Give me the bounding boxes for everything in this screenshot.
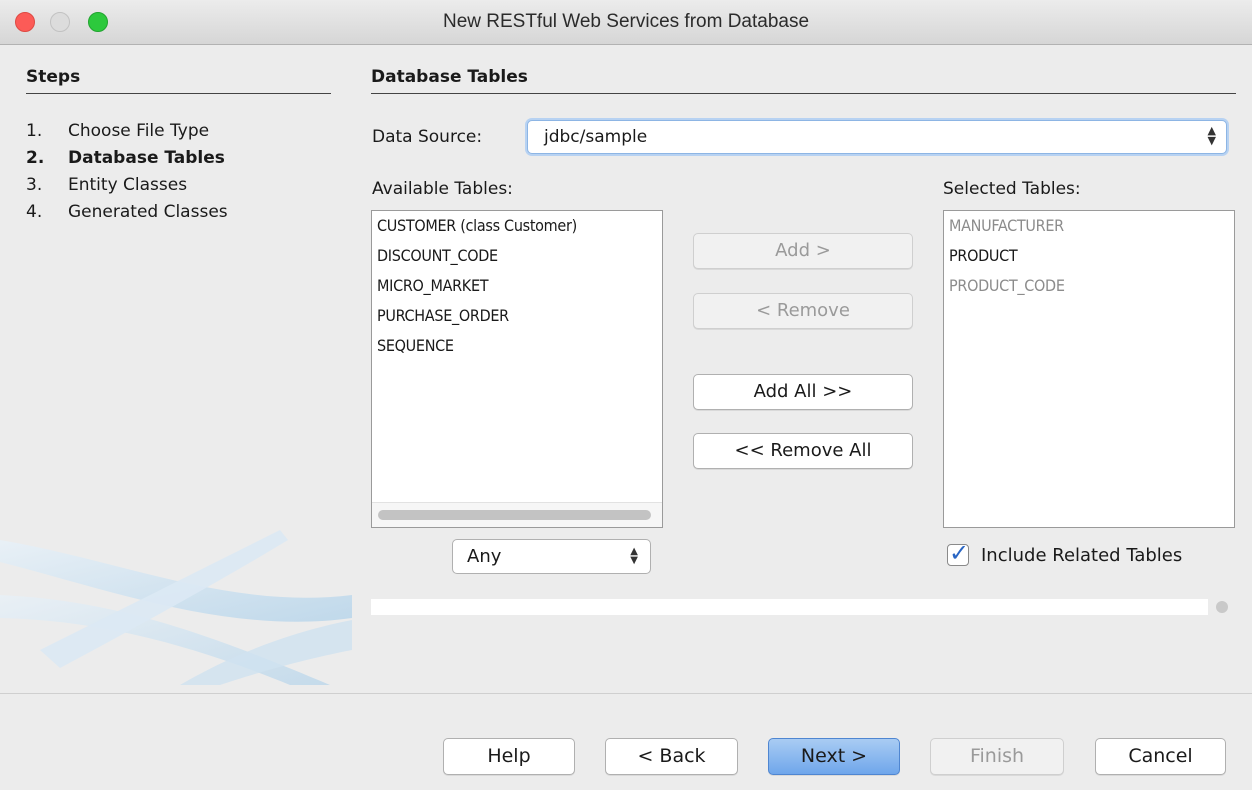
list-item[interactable]: CUSTOMER (class Customer) (372, 211, 662, 241)
progress-indicator-icon (1216, 601, 1228, 613)
panel-divider (371, 93, 1236, 94)
title-bar: New RESTful Web Services from Database (0, 0, 1252, 45)
cancel-button[interactable]: Cancel (1095, 738, 1226, 775)
progress-bar (371, 599, 1208, 615)
select-arrows-icon: ▲ ▼ (1207, 124, 1216, 147)
data-source-value: jdbc/sample (544, 127, 648, 147)
wizard-decoration-image (0, 530, 352, 685)
steps-divider (26, 93, 331, 94)
remove-button[interactable]: < Remove (693, 293, 913, 329)
help-button[interactable]: Help (443, 738, 575, 775)
window-title: New RESTful Web Services from Database (442, 11, 810, 32)
step-item-database-tables: 2. Database Tables (26, 148, 225, 168)
list-item[interactable]: MANUFACTURER (944, 211, 1234, 241)
step-item-choose-file-type: 1. Choose File Type (26, 121, 210, 141)
available-tables-label: Available Tables: (372, 179, 513, 199)
add-all-button[interactable]: Add All >> (693, 374, 913, 410)
list-item[interactable]: PRODUCT_CODE (944, 271, 1234, 301)
finish-button[interactable]: Finish (930, 738, 1064, 775)
list-item[interactable]: DISCOUNT_CODE (372, 241, 662, 271)
available-tables-list[interactable]: CUSTOMER (class Customer) DISCOUNT_CODE … (371, 210, 663, 528)
include-related-label[interactable]: Include Related Tables (981, 545, 1182, 566)
include-related-checkbox[interactable]: ✓ (947, 539, 969, 567)
horizontal-scrollbar[interactable] (372, 502, 662, 527)
list-item[interactable]: MICRO_MARKET (372, 271, 662, 301)
data-source-label: Data Source: (372, 127, 483, 147)
checkmark-icon: ✓ (949, 539, 970, 567)
list-item[interactable]: PRODUCT (944, 241, 1234, 271)
scrollbar-thumb[interactable] (378, 510, 651, 520)
table-filter-select[interactable]: Any ▲ ▼ (452, 539, 651, 574)
list-item[interactable]: SEQUENCE (372, 331, 662, 361)
data-source-select[interactable]: jdbc/sample ▲ ▼ (527, 120, 1227, 154)
selected-tables-list[interactable]: MANUFACTURER PRODUCT PRODUCT_CODE (943, 210, 1235, 528)
step-item-entity-classes: 3. Entity Classes (26, 175, 188, 195)
add-button[interactable]: Add > (693, 233, 913, 269)
back-button[interactable]: < Back (605, 738, 738, 775)
steps-heading: Steps (26, 67, 81, 87)
step-item-generated-classes: 4. Generated Classes (26, 202, 228, 222)
table-filter-value: Any (467, 546, 502, 567)
panel-heading: Database Tables (371, 67, 528, 87)
list-item[interactable]: PURCHASE_ORDER (372, 301, 662, 331)
selected-tables-label: Selected Tables: (943, 179, 1081, 199)
steps-list: 1. Choose File Type 2. Database Tables 3. E… (26, 118, 228, 226)
remove-all-button[interactable]: << Remove All (693, 433, 913, 469)
next-button[interactable]: Next > (768, 738, 900, 775)
footer-divider (0, 693, 1252, 694)
select-arrows-icon: ▲ ▼ (630, 546, 638, 566)
